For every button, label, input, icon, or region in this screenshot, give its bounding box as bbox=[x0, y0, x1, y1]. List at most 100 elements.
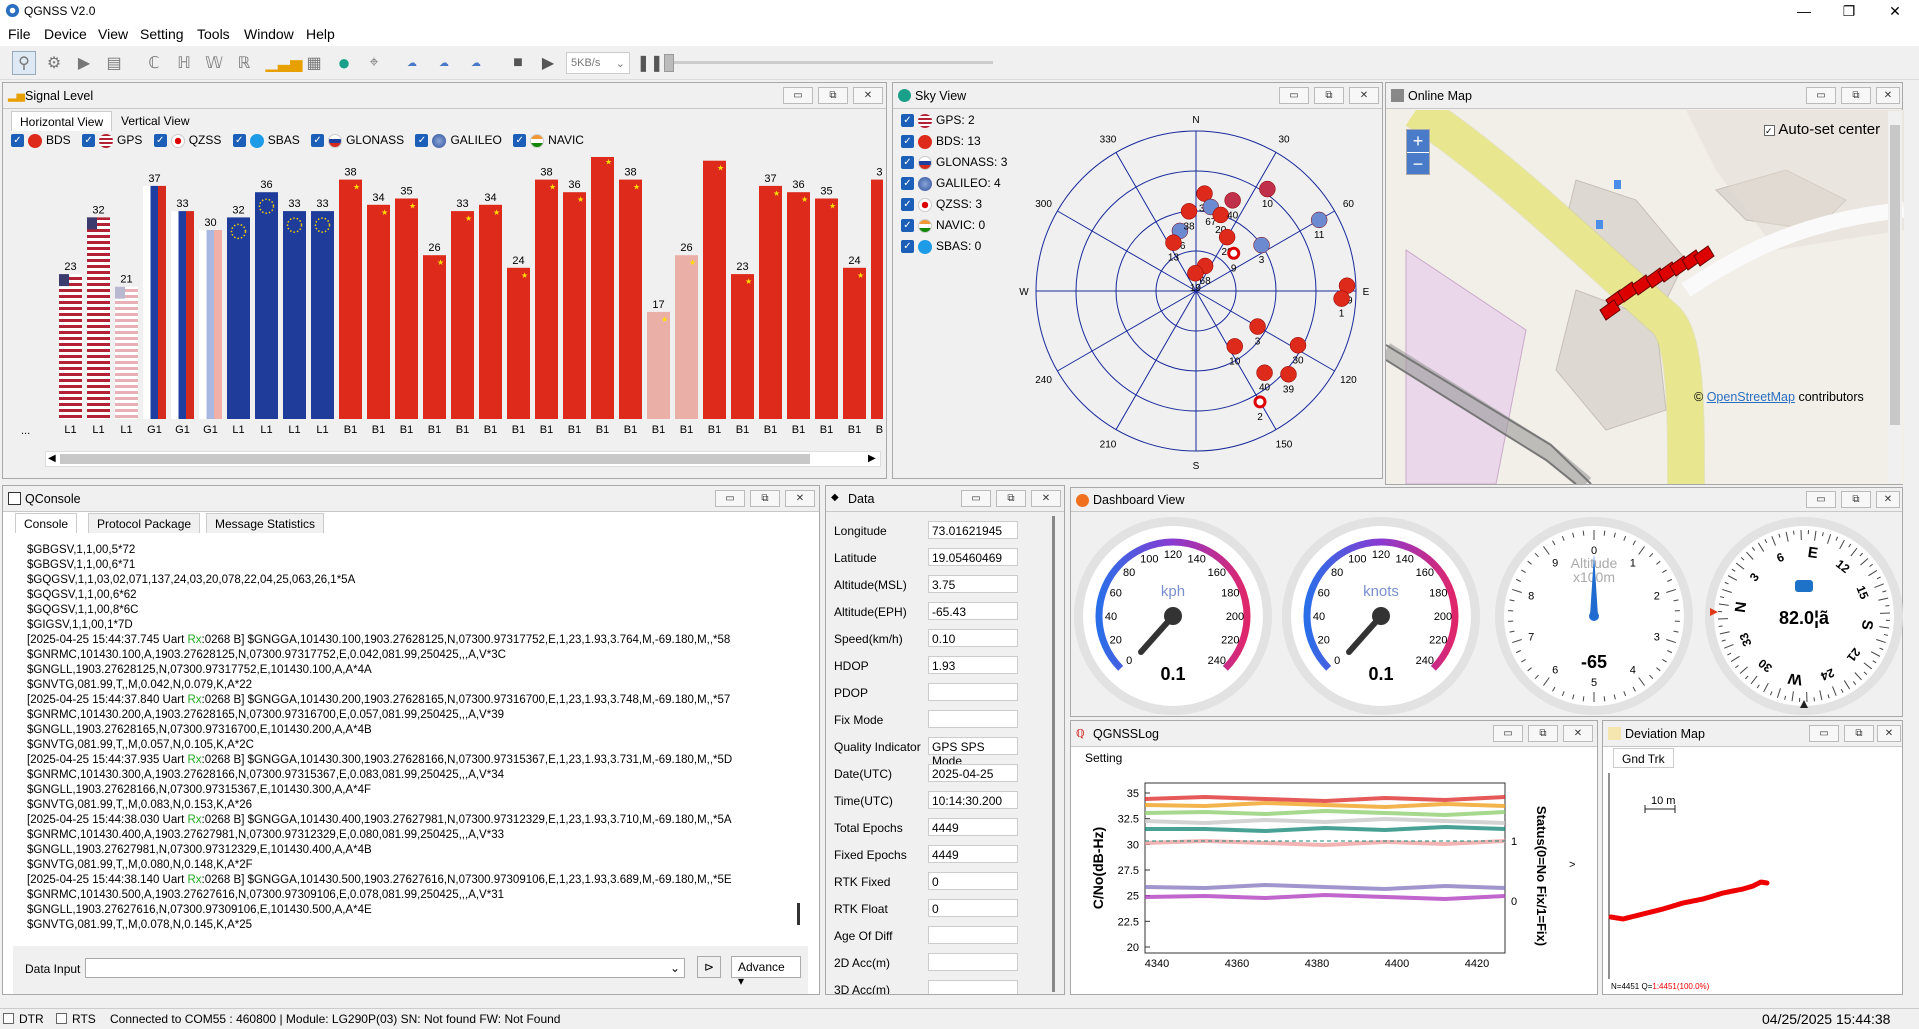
sky-legend-gps[interactable]: ✓ GPS: 2 bbox=[901, 113, 1021, 134]
legend-navic[interactable]: ✓ NAVIC bbox=[513, 133, 584, 148]
map-icon[interactable]: ▦ bbox=[302, 51, 326, 75]
legend-galileo[interactable]: ✓ GALILEO bbox=[415, 133, 502, 148]
autoset-center-checkbox[interactable]: ✓ Auto-set center bbox=[1764, 121, 1880, 138]
checkbox-icon[interactable]: ✓ bbox=[901, 114, 914, 128]
tab-protocol-package[interactable]: Protocol Package bbox=[88, 513, 201, 533]
checkbox-icon[interactable]: ✓ bbox=[901, 240, 914, 254]
menu-file[interactable]: File bbox=[8, 26, 31, 42]
data-scrollbar[interactable] bbox=[1052, 516, 1055, 992]
advance-button[interactable]: Advance ▾ bbox=[731, 956, 801, 988]
sky-legend-bds[interactable]: ✓ BDS: 13 bbox=[901, 134, 1021, 155]
checkbox-icon[interactable]: ✓ bbox=[901, 198, 914, 212]
panel-minimize-button[interactable]: ▭ bbox=[715, 490, 745, 507]
panel-restore-button[interactable]: ⧉ bbox=[818, 87, 848, 104]
tab-message-statistics[interactable]: Message Statistics bbox=[206, 513, 325, 533]
pause-icon[interactable]: ❚❚ bbox=[637, 51, 664, 75]
osm-link[interactable]: OpenStreetMap bbox=[1707, 390, 1795, 404]
map-canvas[interactable] bbox=[1386, 110, 1904, 484]
panel-restore-button[interactable]: ⧉ bbox=[1314, 87, 1344, 104]
zoom-out-button[interactable]: − bbox=[1407, 152, 1429, 174]
panel-restore-button[interactable]: ⧉ bbox=[1841, 87, 1871, 104]
checkbox-icon[interactable]: ✓ bbox=[415, 134, 429, 148]
legend-qzss[interactable]: ✓ QZSS bbox=[153, 133, 221, 148]
panel-close-button[interactable]: ✕ bbox=[1031, 490, 1061, 507]
tab-horizontal-view[interactable]: Horizontal View bbox=[11, 111, 113, 131]
close-button[interactable]: ✕ bbox=[1872, 0, 1918, 22]
panel-close-button[interactable]: ✕ bbox=[785, 490, 815, 507]
panel-close-button[interactable]: ✕ bbox=[1876, 87, 1900, 104]
checkbox-icon[interactable]: ✓ bbox=[901, 177, 914, 191]
signal-scrollbar[interactable]: ◀ ▶ bbox=[45, 451, 881, 467]
hot-start-icon[interactable]: ℍ bbox=[172, 51, 196, 75]
panel-restore-button[interactable]: ⧉ bbox=[1528, 725, 1558, 742]
panel-minimize-button[interactable]: ▭ bbox=[961, 490, 991, 507]
panel-restore-button[interactable]: ⧉ bbox=[1841, 491, 1871, 508]
tab-vertical-view[interactable]: Vertical View bbox=[113, 111, 198, 131]
cloud-start-icon[interactable]: ☁ bbox=[400, 51, 424, 75]
map-scrollbar-thumb[interactable] bbox=[1890, 125, 1900, 425]
replay-slider[interactable] bbox=[668, 61, 993, 64]
maximize-button[interactable]: ❐ bbox=[1826, 0, 1872, 22]
menu-tools[interactable]: Tools bbox=[197, 26, 230, 42]
location-icon[interactable]: ⌖ bbox=[362, 51, 386, 75]
checkbox-icon[interactable]: ✓ bbox=[901, 156, 914, 170]
stop-icon[interactable]: ■ bbox=[506, 51, 530, 75]
send-button[interactable]: ⊳ bbox=[697, 956, 721, 978]
menu-window[interactable]: Window bbox=[244, 26, 294, 42]
checkbox-icon[interactable]: ✓ bbox=[901, 219, 914, 233]
legend-gps[interactable]: ✓ GPS bbox=[82, 133, 142, 148]
log-icon[interactable]: ▤ bbox=[102, 51, 126, 75]
panel-restore-button[interactable]: ⧉ bbox=[996, 490, 1026, 507]
replay-slider-handle[interactable] bbox=[664, 54, 674, 72]
scrollbar-thumb[interactable] bbox=[60, 454, 810, 464]
sky-view-icon[interactable]: ● bbox=[332, 50, 356, 75]
rts-checkbox[interactable] bbox=[56, 1013, 67, 1024]
menu-setting[interactable]: Setting bbox=[140, 26, 184, 42]
panel-close-button[interactable]: ✕ bbox=[1877, 725, 1901, 742]
panel-minimize-button[interactable]: ▭ bbox=[1809, 725, 1839, 742]
sky-legend-galileo[interactable]: ✓ GALILEO: 4 bbox=[901, 176, 1021, 197]
connect-icon[interactable]: ⚲ bbox=[12, 51, 36, 75]
panel-close-button[interactable]: ✕ bbox=[1876, 491, 1900, 508]
panel-close-button[interactable]: ✕ bbox=[1563, 725, 1593, 742]
play-file-icon[interactable]: ▶ bbox=[72, 51, 96, 75]
tab-console[interactable]: Console bbox=[15, 513, 78, 533]
rate-select[interactable]: 5KB/s ⌄ bbox=[566, 52, 630, 74]
map-scrollbar[interactable] bbox=[1888, 111, 1902, 483]
panel-close-button[interactable]: ✕ bbox=[853, 87, 883, 104]
legend-glonass[interactable]: ✓ GLONASS bbox=[311, 133, 404, 148]
scroll-left-icon[interactable]: ◀ bbox=[48, 453, 56, 464]
panel-restore-button[interactable]: ⧉ bbox=[750, 490, 780, 507]
checkbox-icon[interactable]: ✓ bbox=[513, 134, 527, 148]
panel-minimize-button[interactable]: ▭ bbox=[1806, 87, 1836, 104]
scroll-right-icon[interactable]: ▶ bbox=[868, 453, 876, 464]
settings-icon[interactable]: ⚙ bbox=[42, 51, 66, 75]
menu-help[interactable]: Help bbox=[306, 26, 335, 42]
sky-legend-navic[interactable]: ✓ NAVIC: 0 bbox=[901, 218, 1021, 239]
dtr-checkbox[interactable] bbox=[3, 1013, 14, 1024]
signal-level-icon[interactable]: ▁▃▅ bbox=[266, 51, 303, 75]
sky-legend-qzss[interactable]: ✓ QZSS: 3 bbox=[901, 197, 1021, 218]
legend-bds[interactable]: ✓ BDS bbox=[11, 133, 71, 148]
legend-sbas[interactable]: ✓ SBAS bbox=[232, 133, 300, 148]
checkbox-icon[interactable]: ✓ bbox=[11, 134, 24, 148]
cold-start-icon[interactable]: ℂ bbox=[142, 51, 166, 75]
tab-gnd-trk[interactable]: Gnd Trk bbox=[1613, 748, 1674, 768]
checkbox-icon[interactable]: ✓ bbox=[311, 134, 325, 148]
minimize-button[interactable]: — bbox=[1781, 0, 1827, 22]
checkbox-icon[interactable]: ✓ bbox=[901, 135, 914, 149]
panel-minimize-button[interactable]: ▭ bbox=[1806, 491, 1836, 508]
cloud-easy-icon[interactable]: ☁ bbox=[432, 51, 456, 75]
menu-device[interactable]: Device bbox=[44, 26, 87, 42]
zoom-in-button[interactable]: + bbox=[1407, 130, 1429, 152]
panel-restore-button[interactable]: ⧉ bbox=[1844, 725, 1874, 742]
checkbox-icon[interactable]: ✓ bbox=[232, 134, 246, 148]
warm-start-icon[interactable]: 𝕎 bbox=[202, 51, 226, 75]
chevron-down-icon[interactable]: ⌄ bbox=[670, 961, 680, 975]
panel-minimize-button[interactable]: ▭ bbox=[1279, 87, 1309, 104]
data-input-field[interactable]: ⌄ bbox=[85, 958, 685, 978]
panel-close-button[interactable]: ✕ bbox=[1349, 87, 1379, 104]
sky-legend-sbas[interactable]: ✓ SBAS: 0 bbox=[901, 239, 1021, 260]
panel-minimize-button[interactable]: ▭ bbox=[1493, 725, 1523, 742]
console-scrollbar-thumb[interactable] bbox=[797, 903, 800, 925]
